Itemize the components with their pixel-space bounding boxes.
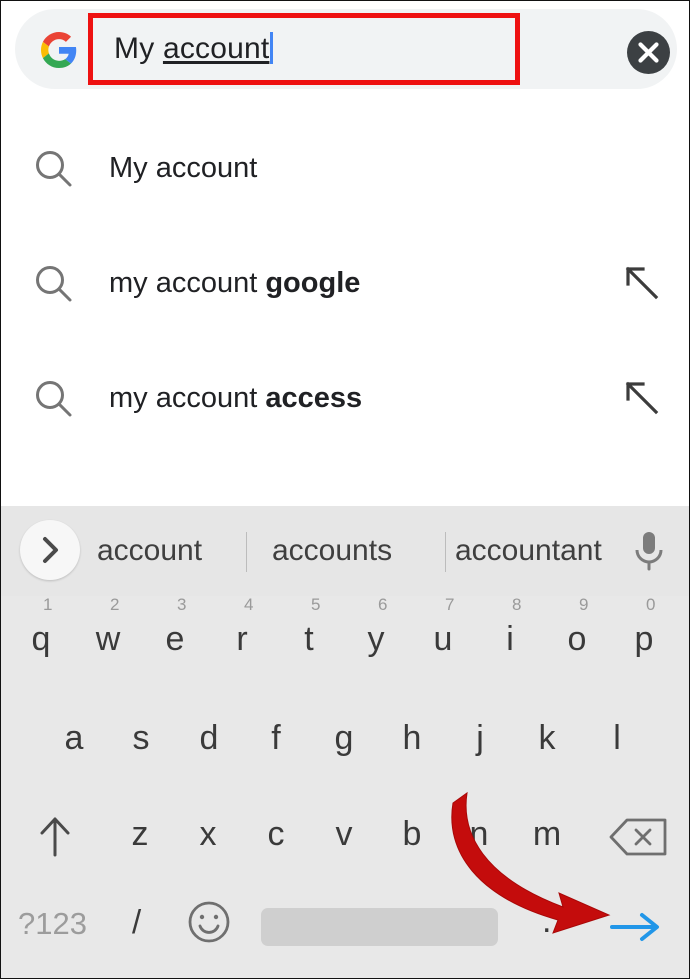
search-icon bbox=[33, 378, 75, 420]
search-suggestions-list: My account my account google my account … bbox=[1, 97, 689, 506]
key-label: y bbox=[367, 620, 385, 658]
arrow-right-enter-icon bbox=[610, 913, 659, 941]
key-g[interactable]: g bbox=[316, 717, 372, 759]
keyboard-suggestion-strip: account accounts accountant bbox=[1, 506, 689, 596]
microphone-icon[interactable] bbox=[629, 528, 669, 574]
chevron-right-icon bbox=[43, 537, 58, 563]
key-b[interactable]: b bbox=[386, 813, 438, 855]
backspace-key[interactable] bbox=[608, 816, 670, 858]
key-label: t bbox=[304, 620, 314, 658]
key-label: u bbox=[433, 620, 453, 658]
space-key[interactable] bbox=[261, 908, 498, 946]
key-c[interactable]: c bbox=[250, 813, 302, 855]
shift-arrow-up-icon bbox=[40, 817, 70, 857]
word-suggestion-2[interactable]: accounts bbox=[272, 530, 392, 572]
enter-key[interactable] bbox=[608, 907, 664, 947]
key-z[interactable]: z bbox=[114, 813, 166, 855]
suggestion-row-2[interactable]: my account google bbox=[1, 220, 689, 335]
search-bar[interactable]: My account bbox=[15, 9, 677, 89]
suggestion-row-3[interactable]: my account access bbox=[1, 335, 689, 450]
suggestion-text: my account access bbox=[109, 375, 362, 421]
suggestion-plain-text: my account bbox=[109, 267, 266, 299]
key-f[interactable]: f bbox=[248, 717, 304, 759]
search-icon bbox=[33, 148, 75, 190]
suggestion-plain-text: My account bbox=[109, 152, 258, 184]
key-x[interactable]: x bbox=[182, 813, 234, 855]
arrow-up-left-icon[interactable] bbox=[623, 264, 663, 304]
key-number-3: 3 bbox=[177, 595, 187, 614]
key-h[interactable]: h bbox=[384, 717, 440, 759]
arrow-up-left-icon[interactable] bbox=[623, 379, 663, 419]
key-d[interactable]: d bbox=[181, 717, 237, 759]
key-label: e bbox=[165, 620, 185, 658]
suggestion-text: my account google bbox=[109, 260, 360, 306]
word-suggestion-1[interactable]: account bbox=[97, 530, 202, 572]
suggestion-plain-text: my account bbox=[109, 382, 266, 414]
symbols-key[interactable]: ?123 bbox=[18, 904, 87, 944]
suggestion-text: My account bbox=[109, 145, 257, 191]
key-label: q bbox=[31, 620, 51, 658]
key-label: o bbox=[567, 620, 587, 658]
key-number-4: 4 bbox=[244, 595, 254, 614]
key-r[interactable]: 4r bbox=[214, 596, 270, 660]
key-i[interactable]: 8i bbox=[482, 596, 538, 660]
search-input-highlight-box[interactable] bbox=[88, 13, 520, 85]
key-s[interactable]: s bbox=[113, 717, 169, 759]
emoji-key[interactable] bbox=[187, 900, 231, 944]
key-m[interactable]: m bbox=[521, 813, 573, 855]
key-t[interactable]: 5t bbox=[281, 596, 337, 660]
key-n[interactable]: n bbox=[453, 813, 505, 855]
search-icon bbox=[33, 263, 75, 305]
suggestion-row-1[interactable]: My account bbox=[1, 105, 689, 220]
key-label: p bbox=[634, 620, 654, 658]
key-number-2: 2 bbox=[110, 595, 120, 614]
key-label: i bbox=[506, 620, 514, 658]
clear-search-button[interactable] bbox=[627, 31, 670, 74]
key-label: r bbox=[236, 620, 248, 658]
divider bbox=[246, 532, 247, 572]
shift-key[interactable] bbox=[33, 813, 77, 859]
phone-screenshot: My account My account my account google … bbox=[0, 0, 690, 979]
key-a[interactable]: a bbox=[46, 717, 102, 759]
key-e[interactable]: 3e bbox=[147, 596, 203, 660]
close-icon bbox=[638, 42, 659, 63]
key-q[interactable]: 1q bbox=[13, 596, 69, 660]
suggestion-bold-text: google bbox=[265, 267, 361, 299]
key-number-5: 5 bbox=[311, 595, 321, 614]
emoji-smiley-icon bbox=[188, 901, 230, 943]
google-g-icon bbox=[41, 32, 77, 68]
key-number-0: 0 bbox=[646, 595, 656, 614]
key-o[interactable]: 9o bbox=[549, 596, 605, 660]
backspace-icon bbox=[609, 818, 667, 856]
word-suggestion-3[interactable]: accountant bbox=[455, 530, 602, 572]
slash-key[interactable]: / bbox=[132, 902, 141, 942]
key-y[interactable]: 6y bbox=[348, 596, 404, 660]
period-key[interactable]: . bbox=[542, 900, 551, 942]
key-j[interactable]: j bbox=[452, 717, 508, 759]
key-k[interactable]: k bbox=[519, 717, 575, 759]
key-l[interactable]: l bbox=[589, 717, 645, 759]
key-p[interactable]: 0p bbox=[616, 596, 672, 660]
key-number-8: 8 bbox=[512, 595, 522, 614]
key-number-6: 6 bbox=[378, 595, 388, 614]
key-number-1: 1 bbox=[43, 595, 53, 614]
key-number-7: 7 bbox=[445, 595, 455, 614]
divider bbox=[445, 532, 446, 572]
key-v[interactable]: v bbox=[318, 813, 370, 855]
key-number-9: 9 bbox=[579, 595, 589, 614]
suggestion-bold-text: access bbox=[265, 382, 363, 414]
key-label: w bbox=[95, 620, 121, 658]
key-w[interactable]: 2w bbox=[80, 596, 136, 660]
key-u[interactable]: 7u bbox=[415, 596, 471, 660]
expand-suggestions-button[interactable] bbox=[20, 520, 80, 580]
